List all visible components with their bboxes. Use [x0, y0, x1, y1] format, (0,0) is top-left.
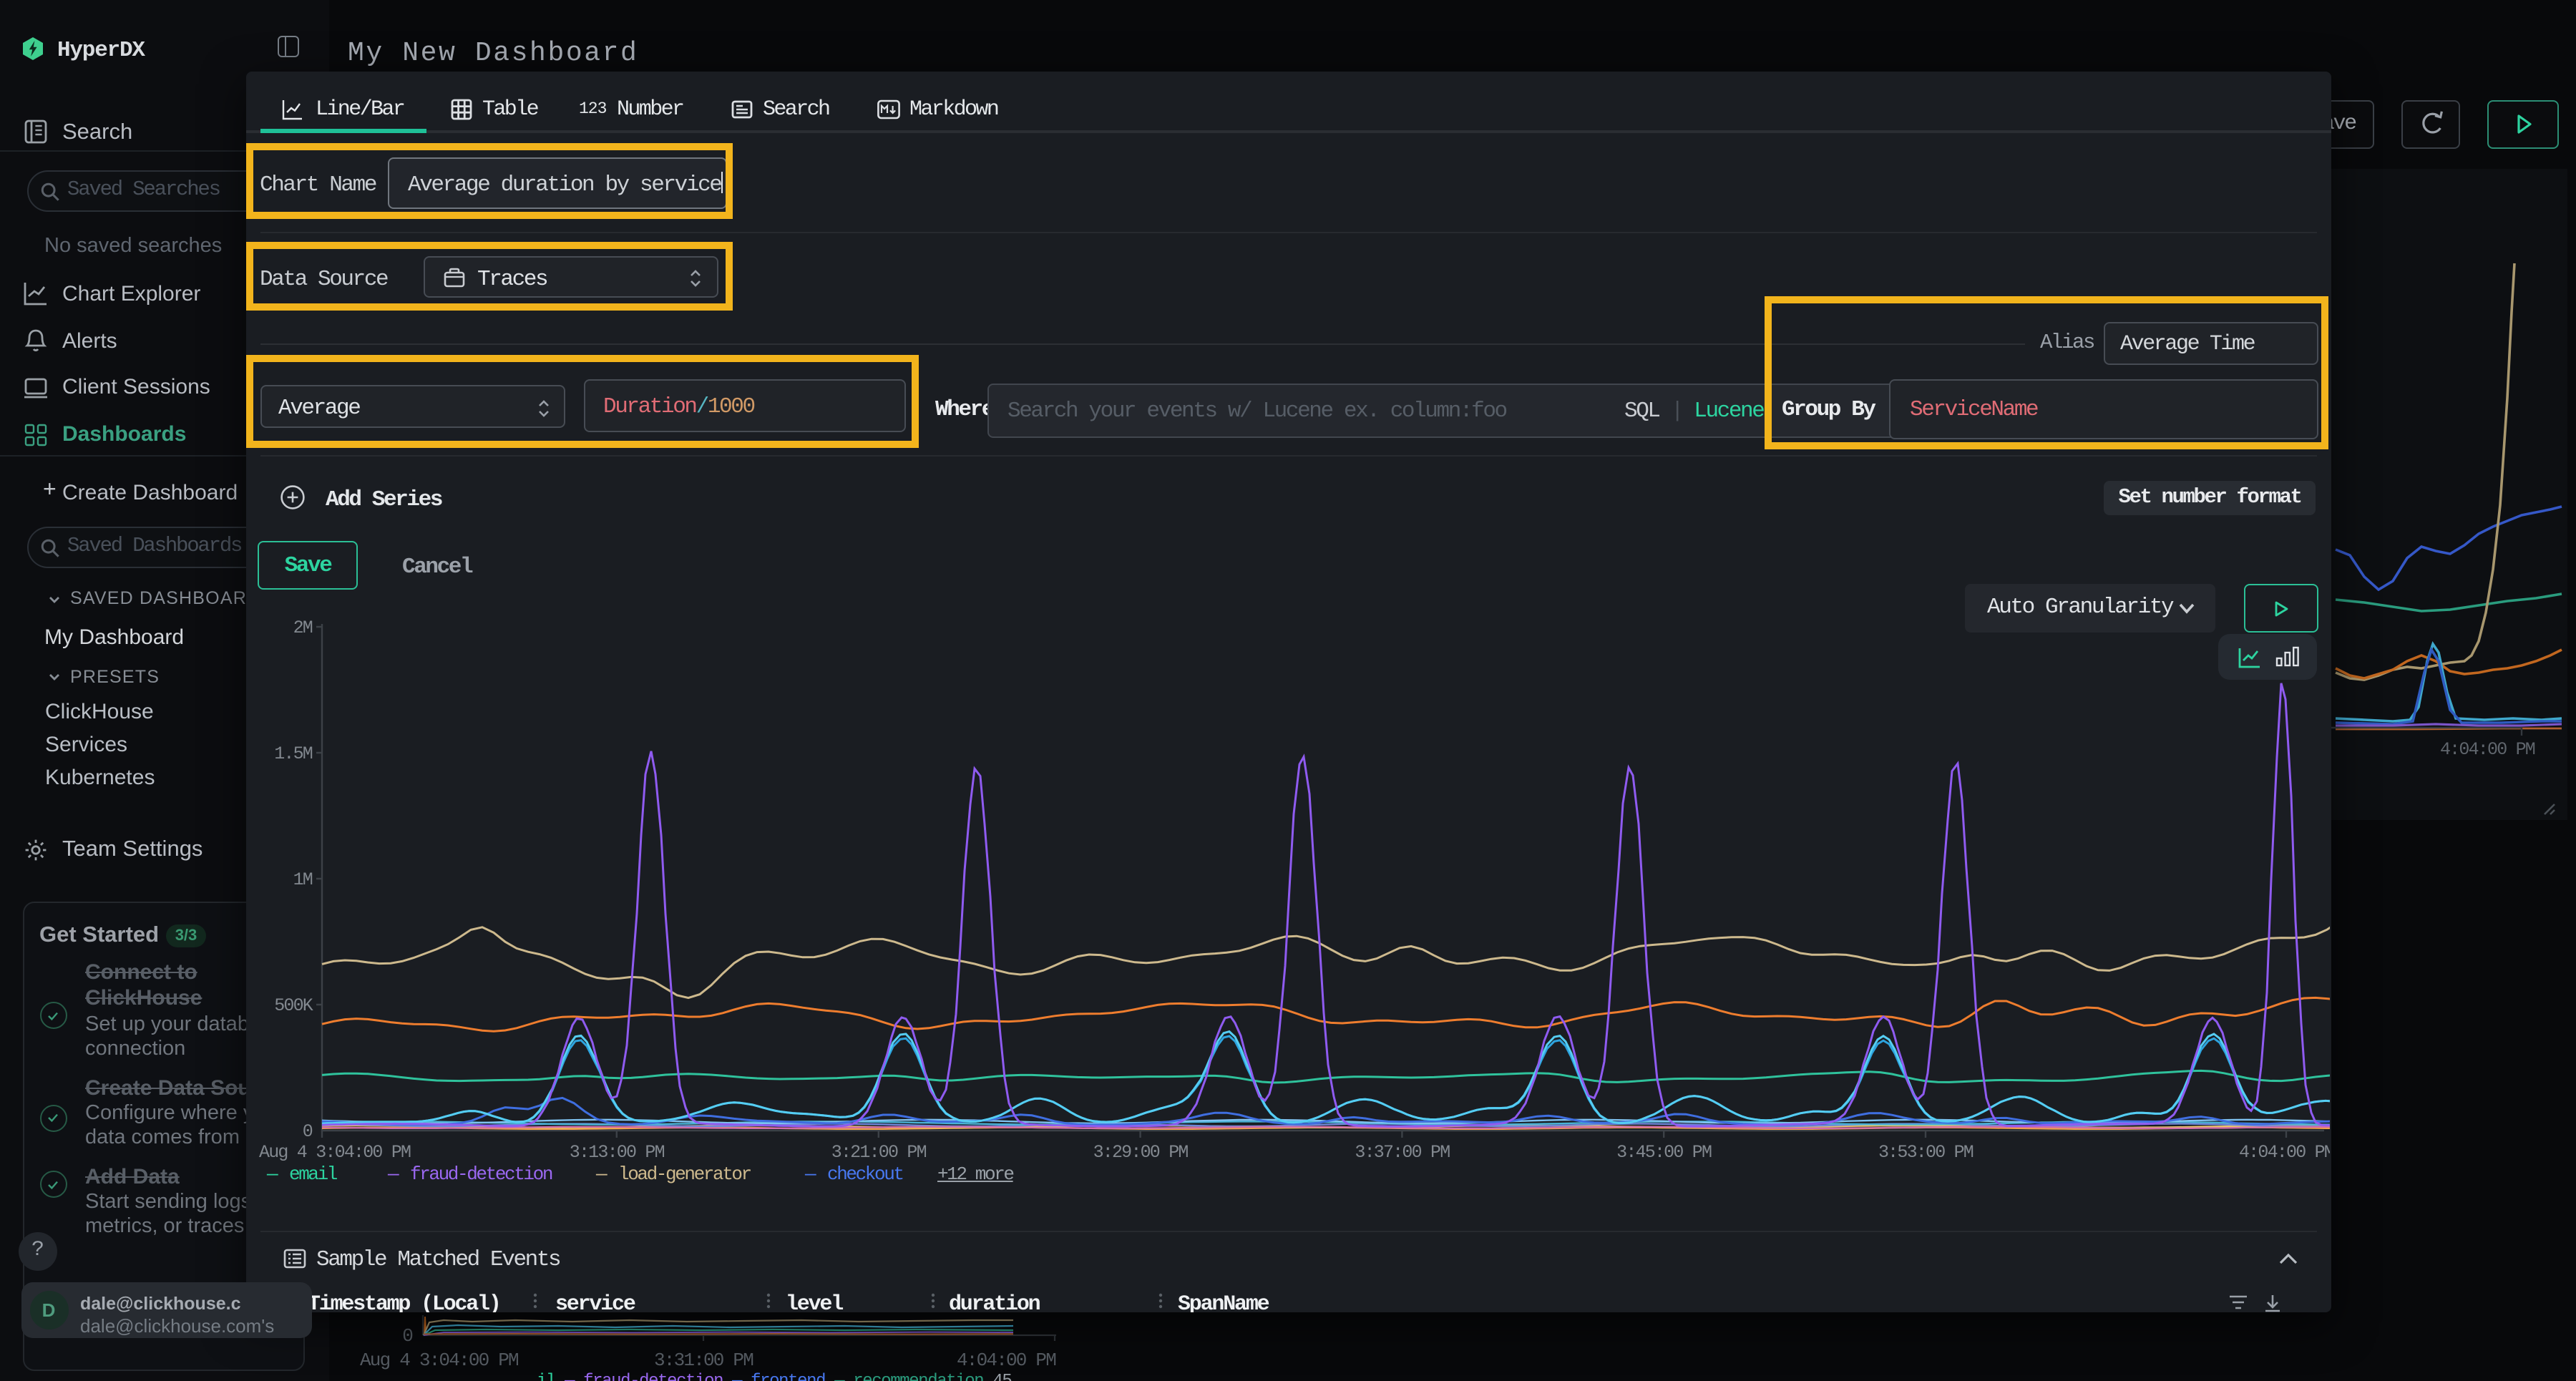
svg-text:Aug 4 3:04:00 PM: Aug 4 3:04:00 PM [360, 1350, 518, 1371]
svg-text:500K: 500K [274, 995, 313, 1016]
svg-text:1.5M: 1.5M [274, 743, 313, 764]
svg-text:0: 0 [402, 1325, 412, 1347]
svg-text:4:04:00 PM: 4:04:00 PM [2239, 1142, 2330, 1163]
svg-text:3:31:00 PM: 3:31:00 PM [654, 1350, 753, 1371]
svg-text:4:04:00 PM: 4:04:00 PM [957, 1350, 1055, 1371]
svg-text:0: 0 [303, 1121, 313, 1142]
svg-text:3:53:00 PM: 3:53:00 PM [1878, 1142, 1974, 1163]
svg-text:3:13:00 PM: 3:13:00 PM [570, 1142, 665, 1163]
svg-text:Aug 4 3:04:00 PM: Aug 4 3:04:00 PM [259, 1142, 411, 1163]
svg-text:2M: 2M [293, 618, 313, 638]
svg-text:4:04:00 PM: 4:04:00 PM [2440, 739, 2535, 760]
svg-text:3:21:00 PM: 3:21:00 PM [831, 1142, 927, 1163]
svg-text:1M: 1M [293, 869, 313, 890]
svg-text:3:29:00 PM: 3:29:00 PM [1093, 1142, 1189, 1163]
svg-text:3:45:00 PM: 3:45:00 PM [1616, 1142, 1712, 1163]
svg-text:3:37:00 PM: 3:37:00 PM [1355, 1142, 1450, 1163]
